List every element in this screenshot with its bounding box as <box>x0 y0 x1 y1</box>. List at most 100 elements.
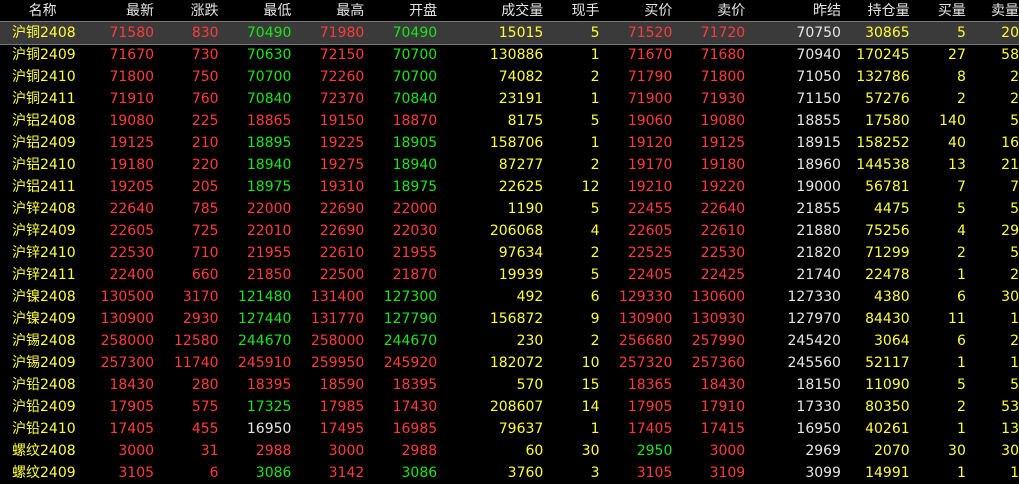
col-bid[interactable]: 买价 <box>600 0 672 22</box>
cell-volume: 182072 <box>489 355 544 371</box>
cell-high: 22690 <box>319 223 365 239</box>
col-prev-settle[interactable]: 昨结 <box>745 0 841 22</box>
cell-ask: 22610 <box>700 223 746 239</box>
cell-change: 660 <box>191 267 219 283</box>
cell-volume: 492 <box>516 289 544 305</box>
cell-bid-qty: 6 <box>956 289 966 305</box>
col-latest[interactable]: 最新 <box>85 0 154 22</box>
col-open[interactable]: 开盘 <box>364 0 437 22</box>
cell-latest: 19205 <box>109 179 155 195</box>
cell-prev-settle: 21855 <box>796 201 841 217</box>
cell-name: 沪铅2410 <box>12 421 76 437</box>
cell-change: 725 <box>191 223 219 239</box>
cell-open-interest: 132786 <box>856 69 910 85</box>
cell-prev-settle: 70750 <box>745 22 841 44</box>
cell-bid-qty: 4 <box>956 223 966 239</box>
cell-ask: 19080 <box>700 113 746 129</box>
cell-open-interest: 14991 <box>865 465 910 481</box>
cell-high: 258000 <box>310 333 365 349</box>
cell-volume: 97634 <box>498 245 544 261</box>
cell-latest: 258000 <box>100 333 155 349</box>
cell-bid: 17405 <box>627 421 673 437</box>
table-row[interactable]: 沪锌2411 22400 660 21850 22500 21870 19939 5 22405… <box>0 264 1019 286</box>
table-row[interactable]: 沪铝2411 19205 205 18975 19310 18975 22625 12 1921… <box>0 176 1019 198</box>
cell-high: 71980 <box>291 22 365 44</box>
table-row[interactable]: 沪锡2409 257300 11740 245910 259950 245920 18207… <box>0 352 1019 374</box>
table-row[interactable]: 沪铜2408 71580 830 70490 71980 70490 15015 5 71520… <box>0 21 1019 45</box>
cell-bid-qty: 6 <box>956 333 966 349</box>
cell-high: 18590 <box>319 377 365 393</box>
cell-prev-settle: 71150 <box>796 91 841 107</box>
cell-ask-qty: 5 <box>1010 377 1019 393</box>
table-row[interactable]: 沪锌2410 22530 710 21955 22610 21955 97634 2 22525… <box>0 242 1019 264</box>
table-row[interactable]: 沪铅2410 17405 455 16950 17495 16985 79637 1 17405… <box>0 418 1019 440</box>
table-row[interactable]: 沪锌2409 22605 725 22010 22690 22030 206068 4 2260… <box>0 220 1019 242</box>
col-low[interactable]: 最低 <box>219 0 291 22</box>
cell-low: 127440 <box>237 311 292 327</box>
table-row[interactable]: 沪铅2409 17905 575 17325 17985 17430 208607 14 179… <box>0 396 1019 418</box>
table-row[interactable]: 螺纹2408 3000 31 2988 3000 2988 60 30 2950 3000 2969… <box>0 440 1019 462</box>
col-volume[interactable]: 成交量 <box>437 0 543 22</box>
cell-last-lot: 15 <box>581 377 600 393</box>
cell-volume: 130886 <box>489 47 544 63</box>
cell-bid: 19170 <box>627 157 673 173</box>
table-row[interactable]: 沪铝2410 19180 220 18940 19275 18940 87277 2 19170… <box>0 154 1019 176</box>
cell-bid-qty: 11 <box>948 311 966 327</box>
cell-open: 22000 <box>392 201 438 217</box>
table-row[interactable]: 沪镍2408 130500 3170 121480 131400 127300 492 6 12… <box>0 286 1019 308</box>
cell-bid: 71900 <box>627 91 673 107</box>
cell-high: 22690 <box>319 201 365 217</box>
col-name[interactable]: 名称 <box>0 0 85 22</box>
table-row[interactable]: 沪铅2408 18430 280 18395 18590 18395 570 15 18365 1… <box>0 374 1019 396</box>
cell-change: 785 <box>191 201 219 217</box>
table-row[interactable]: 沪铝2409 19125 210 18895 19225 18905 158706 1 1912… <box>0 132 1019 154</box>
cell-bid: 19120 <box>627 135 673 151</box>
col-high[interactable]: 最高 <box>291 0 364 22</box>
cell-open: 21870 <box>392 267 438 283</box>
cell-change: 205 <box>191 179 219 195</box>
table-row[interactable]: 沪铜2411 71910 760 70840 72370 70840 23191 1 71900… <box>0 88 1019 110</box>
cell-volume: 230 <box>516 333 544 349</box>
cell-ask: 71680 <box>700 47 746 63</box>
cell-change: 11740 <box>174 355 219 371</box>
cell-last-lot: 2 <box>590 333 600 349</box>
cell-low: 17325 <box>246 399 292 415</box>
cell-open: 2988 <box>401 443 438 459</box>
col-change[interactable]: 涨跌 <box>154 0 219 22</box>
cell-prev-settle: 71050 <box>796 69 841 85</box>
table-row[interactable]: 沪铝2408 19080 225 18865 19150 18870 8175 5 19060 1… <box>0 110 1019 132</box>
col-open-interest[interactable]: 持仓量 <box>841 0 910 22</box>
cell-bid: 129330 <box>618 289 673 305</box>
cell-last-lot: 5 <box>590 201 600 217</box>
cell-low: 18975 <box>246 179 292 195</box>
cell-open-interest: 4380 <box>874 289 910 305</box>
cell-volume: 206068 <box>489 223 544 239</box>
cell-open-interest: 158252 <box>856 135 910 151</box>
cell-volume: 158706 <box>489 135 544 151</box>
table-row[interactable]: 沪铜2409 71670 730 70630 72150 70700 130886 1 7167… <box>0 44 1019 66</box>
col-ask-qty[interactable]: 卖量 <box>966 0 1019 22</box>
cell-bid-qty: 5 <box>956 377 966 393</box>
cell-open-interest: 170245 <box>856 47 910 63</box>
table-row[interactable]: 螺纹2409 3105 6 3086 3142 3086 3760 3 3105 3109 3099… <box>0 462 1019 484</box>
cell-change: 760 <box>191 91 219 107</box>
cell-high: 72370 <box>319 91 365 107</box>
cell-prev-settle: 127330 <box>787 289 841 305</box>
cell-open: 70490 <box>364 22 438 44</box>
col-last-lot[interactable]: 现手 <box>543 0 600 22</box>
cell-bid: 22455 <box>627 201 673 217</box>
table-row[interactable]: 沪铜2410 71800 750 70700 72260 70700 74082 2 71790… <box>0 66 1019 88</box>
cell-volume: 87277 <box>498 157 544 173</box>
cell-latest: 257300 <box>100 355 155 371</box>
table-row[interactable]: 沪锡2408 258000 12580 244670 258000 244670 230 2 2… <box>0 330 1019 352</box>
col-ask[interactable]: 卖价 <box>672 0 745 22</box>
cell-ask-qty: 7 <box>1010 179 1019 195</box>
table-row[interactable]: 沪镍2409 130900 2930 127440 131770 127790 156872… <box>0 308 1019 330</box>
col-bid-qty[interactable]: 买量 <box>910 0 966 22</box>
table-row[interactable]: 沪锌2408 22640 785 22000 22690 22000 1190 5 22455 2… <box>0 198 1019 220</box>
cell-latest: 18430 <box>109 377 155 393</box>
cell-ask-qty: 20 <box>965 22 1019 44</box>
cell-high: 19275 <box>319 157 365 173</box>
cell-name: 沪铜2409 <box>12 47 76 63</box>
cell-bid: 19060 <box>627 113 673 129</box>
